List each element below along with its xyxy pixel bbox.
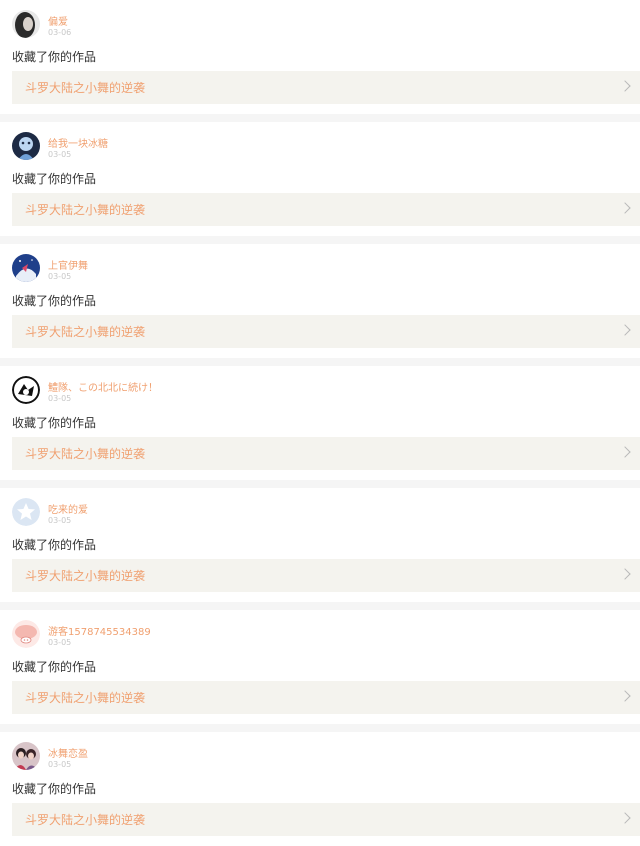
work-link[interactable]: 斗罗大陆之小舞的逆袭 bbox=[12, 193, 640, 226]
portrait-dark-hair-icon bbox=[12, 10, 40, 38]
username[interactable]: 偏爱 bbox=[48, 13, 68, 28]
avatar[interactable] bbox=[12, 620, 40, 648]
default-star-avatar-icon bbox=[12, 498, 40, 526]
username[interactable]: 冰舞恋盈 bbox=[48, 745, 88, 760]
notification-card: 吃来的爱 03-05 收藏了你的作品 斗罗大陆之小舞的逆袭 bbox=[0, 488, 640, 602]
work-link[interactable]: 斗罗大陆之小舞的逆袭 bbox=[12, 71, 640, 104]
chevron-right-icon bbox=[619, 446, 631, 458]
action-text: 收藏了你的作品 bbox=[12, 782, 97, 796]
work-title: 斗罗大陆之小舞的逆袭 bbox=[25, 325, 146, 339]
action-text: 收藏了你的作品 bbox=[12, 538, 97, 552]
work-link[interactable]: 斗罗大陆之小舞的逆袭 bbox=[12, 315, 640, 348]
avatar[interactable] bbox=[12, 10, 40, 38]
avatar[interactable] bbox=[12, 498, 40, 526]
username[interactable]: 给我一块冰糖 bbox=[48, 135, 108, 150]
username[interactable]: 鱧隊、この北北に続け！ bbox=[48, 379, 158, 394]
work-title: 斗罗大陆之小舞的逆袭 bbox=[25, 691, 146, 705]
action-text: 收藏了你的作品 bbox=[12, 294, 97, 308]
timestamp: 03-05 bbox=[48, 516, 72, 525]
notification-card: 上官伊舞 03-05 收藏了你的作品 斗罗大陆之小舞的逆袭 bbox=[0, 244, 640, 358]
notification-card: 给我一块冰糖 03-05 收藏了你的作品 斗罗大陆之小舞的逆袭 bbox=[0, 122, 640, 236]
action-text: 收藏了你的作品 bbox=[12, 416, 97, 430]
avatar[interactable] bbox=[12, 376, 40, 404]
notification-card: 冰舞恋盈 03-05 收藏了你的作品 斗罗大陆之小舞的逆袭 bbox=[0, 732, 640, 846]
action-text: 收藏了你的作品 bbox=[12, 172, 97, 186]
avatar[interactable] bbox=[12, 132, 40, 160]
work-title: 斗罗大陆之小舞的逆袭 bbox=[25, 447, 146, 461]
chevron-right-icon bbox=[619, 324, 631, 336]
username[interactable]: 吃来的爱 bbox=[48, 501, 88, 516]
work-title: 斗罗大陆之小舞的逆袭 bbox=[25, 203, 146, 217]
work-link[interactable]: 斗罗大陆之小舞的逆袭 bbox=[12, 437, 640, 470]
timestamp: 03-05 bbox=[48, 272, 72, 281]
chevron-right-icon bbox=[619, 202, 631, 214]
chevron-right-icon bbox=[619, 80, 631, 92]
notification-card: 鱧隊、この北北に続け！ 03-05 收藏了你的作品 斗罗大陆之小舞的逆袭 bbox=[0, 366, 640, 480]
timestamp: 03-05 bbox=[48, 150, 72, 159]
chevron-right-icon bbox=[619, 568, 631, 580]
timestamp: 03-05 bbox=[48, 638, 72, 647]
black-white-emblem-icon bbox=[12, 376, 40, 404]
blue-anime-character-icon bbox=[12, 132, 40, 160]
notification-feed: 偏爱 03-06 收藏了你的作品 斗罗大陆之小舞的逆袭 给我一块冰糖 03-05… bbox=[0, 0, 640, 846]
blue-night-sky-character-icon bbox=[12, 254, 40, 282]
work-link[interactable]: 斗罗大陆之小舞的逆袭 bbox=[12, 559, 640, 592]
notification-card: 偏爱 03-06 收藏了你的作品 斗罗大陆之小舞的逆袭 bbox=[0, 0, 640, 114]
work-title: 斗罗大陆之小舞的逆袭 bbox=[25, 569, 146, 583]
avatar[interactable] bbox=[12, 254, 40, 282]
work-link[interactable]: 斗罗大陆之小舞的逆袭 bbox=[12, 803, 640, 836]
username[interactable]: 游客1578745534389 bbox=[48, 623, 151, 638]
work-title: 斗罗大陆之小舞的逆袭 bbox=[25, 81, 146, 95]
action-text: 收藏了你的作品 bbox=[12, 50, 97, 64]
notification-card: 游客1578745534389 03-05 收藏了你的作品 斗罗大陆之小舞的逆袭 bbox=[0, 610, 640, 724]
username[interactable]: 上官伊舞 bbox=[48, 257, 88, 272]
two-girls-photo-icon bbox=[12, 742, 40, 770]
work-link[interactable]: 斗罗大陆之小舞的逆袭 bbox=[12, 681, 640, 714]
timestamp: 03-05 bbox=[48, 760, 72, 769]
action-text: 收藏了你的作品 bbox=[12, 660, 97, 674]
timestamp: 03-06 bbox=[48, 28, 72, 37]
timestamp: 03-05 bbox=[48, 394, 72, 403]
work-title: 斗罗大陆之小舞的逆袭 bbox=[25, 813, 146, 827]
pink-pig-avatar-icon bbox=[12, 620, 40, 648]
avatar[interactable] bbox=[12, 742, 40, 770]
chevron-right-icon bbox=[619, 690, 631, 702]
chevron-right-icon bbox=[619, 812, 631, 824]
